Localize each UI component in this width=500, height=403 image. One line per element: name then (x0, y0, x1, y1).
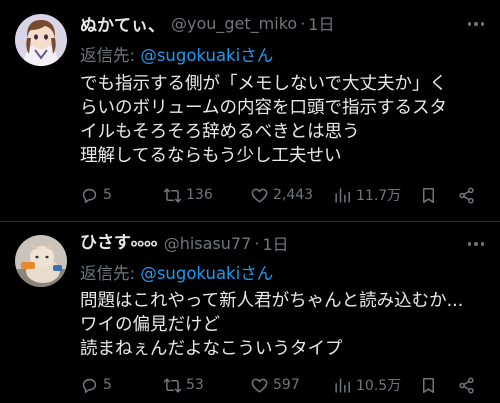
reply-icon (82, 378, 97, 393)
share-icon (459, 377, 474, 393)
reply-button[interactable]: 5 (80, 183, 112, 207)
views-count: 11.7万 (356, 188, 402, 204)
avatar[interactable] (15, 14, 67, 66)
display-name[interactable]: ひさす৹৹৹৹ (80, 228, 158, 258)
bookmark-button[interactable] (419, 183, 438, 207)
action-bar: 5 136 2,443 11.7万 (80, 183, 490, 207)
share-button[interactable] (457, 183, 476, 207)
action-bar: 5 53 597 10.5万 (80, 373, 490, 397)
user-handle[interactable]: @hisasu77 (164, 234, 252, 253)
like-button[interactable]: 597 (250, 373, 300, 397)
tweet-text-line: 理解してるならもう少し工夫せい (80, 146, 342, 166)
like-count: 2,443 (273, 187, 314, 203)
bookmark-icon (422, 377, 435, 393)
timeline: ぬかてぃ、 @you_get_miko · 1日 返信先: @sugokuaki… (0, 0, 500, 403)
like-icon (251, 378, 268, 393)
reply-button[interactable]: 5 (80, 373, 112, 397)
tweet-text-line: でも指示する側が「メモしないで大丈夫か」く (80, 74, 447, 94)
retweet-button[interactable]: 53 (163, 373, 204, 397)
tweet-text-line: ワイの偏見だけど (80, 315, 220, 335)
more-icon[interactable] (462, 234, 490, 254)
views-icon (335, 187, 350, 203)
share-button[interactable] (457, 373, 476, 397)
tweet-text-line: らいのボリュームの内容を口頭で指示するスタ (80, 98, 447, 118)
like-icon (251, 188, 268, 203)
reply-count: 5 (103, 187, 112, 203)
views-count: 10.5万 (356, 378, 402, 394)
user-handle[interactable]: @you_get_miko (171, 14, 297, 33)
reply-count: 5 (103, 377, 112, 393)
more-icon[interactable] (462, 14, 490, 34)
tweet-text-line: 読まねぇんだよなこういうタイプ (80, 339, 343, 359)
views-button[interactable]: 11.7万 (333, 183, 401, 207)
reply-context: 返信先: @sugokuakiさん (80, 260, 273, 284)
bookmark-button[interactable] (419, 373, 438, 397)
share-icon (459, 187, 474, 203)
timestamp[interactable]: 1日 (262, 231, 288, 255)
retweet-count: 53 (186, 377, 204, 393)
bookmark-icon (422, 187, 435, 203)
tweet-text: 問題はこれやって新人君がちゃんと読み込むか... ワイの偏見だけど 読まねぇんだ… (80, 289, 490, 361)
like-button[interactable]: 2,443 (250, 183, 313, 207)
retweet-count: 136 (186, 187, 213, 203)
mention-link[interactable]: @sugokuaki (140, 264, 240, 283)
views-button[interactable]: 10.5万 (333, 373, 401, 397)
retweet-button[interactable]: 136 (163, 183, 213, 207)
retweet-icon (163, 377, 182, 393)
timestamp[interactable]: 1日 (308, 11, 334, 35)
reply-context: 返信先: @sugokuakiさん (80, 42, 273, 66)
tweet[interactable]: ぬかてぃ、 @you_get_miko · 1日 返信先: @sugokuaki… (0, 0, 500, 222)
tweet-text-line: 問題はこれやって新人君がちゃんと読み込むか... (80, 291, 464, 311)
tweet-text: でも指示する側が「メモしないで大丈夫か」く らいのボリュームの内容を口頭で指示す… (80, 72, 490, 168)
tweet[interactable]: ひさす৹৹৹৹ @hisasu77 · 1日 返信先: @sugokuakiさん… (0, 223, 500, 403)
reply-prefix: 返信先: (80, 46, 141, 65)
tweet-text-line: イルもそろそろ辞めるべきとは思う (80, 122, 360, 142)
tweet-header: ぬかてぃ、 @you_get_miko · 1日 (80, 10, 334, 36)
display-name[interactable]: ぬかてぃ、 (80, 11, 165, 36)
mention-suffix: さん (240, 264, 274, 283)
tweet-divider (0, 221, 500, 222)
avatar[interactable] (15, 235, 67, 287)
separator: · (300, 13, 306, 33)
tweet-header: ひさす৹৹৹৹ @hisasu77 · 1日 (80, 230, 289, 256)
reply-prefix: 返信先: (80, 264, 141, 283)
mention-suffix: さん (240, 46, 274, 65)
reply-icon (82, 188, 97, 203)
like-count: 597 (273, 377, 300, 393)
separator: · (254, 233, 260, 253)
mention-link[interactable]: @sugokuaki (140, 46, 240, 65)
views-icon (335, 377, 350, 393)
retweet-icon (163, 187, 182, 203)
